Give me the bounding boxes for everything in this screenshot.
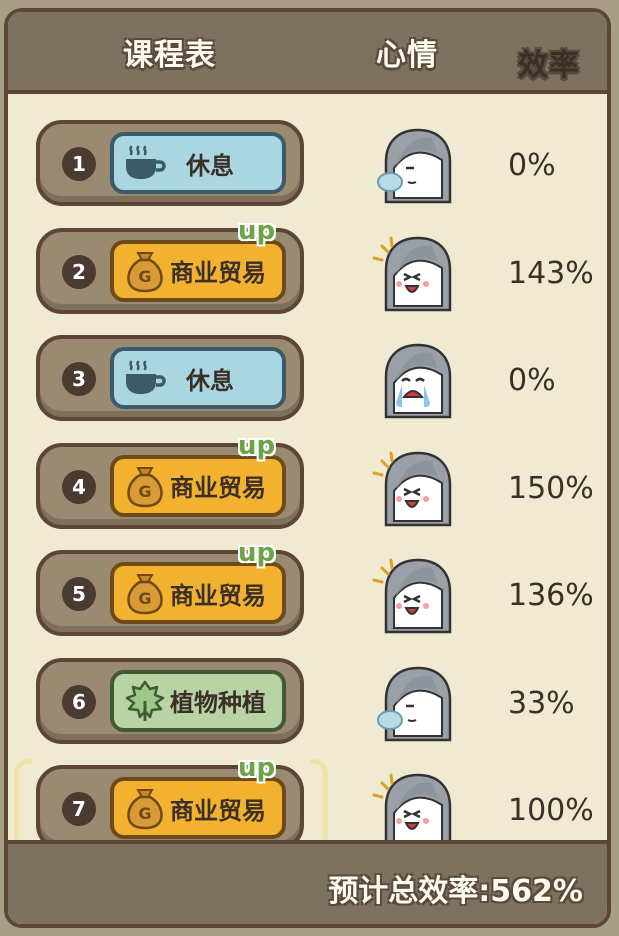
mood-happy-icon	[366, 445, 462, 533]
selection-bracket-left	[14, 759, 32, 853]
total-efficiency: 预计总效率:562%	[328, 874, 583, 909]
mood-header: 心情	[376, 38, 438, 73]
up-badge: up	[238, 538, 276, 568]
schedule-row: 6 植物种植 33%	[8, 657, 607, 754]
schedule-row: 5 G 商业贸易 up 136%	[8, 538, 607, 646]
leaf-icon	[122, 678, 168, 724]
slot-number: 1	[62, 147, 96, 181]
up-badge: up	[238, 753, 276, 783]
schedule-slot[interactable]: 3 休息	[36, 335, 304, 421]
course-button[interactable]: 休息	[110, 347, 286, 409]
course-button[interactable]: G 商业贸易	[110, 777, 286, 839]
course-label: 商业贸易	[170, 259, 266, 287]
schedule-slot[interactable]: 2 G 商业贸易 up	[36, 216, 304, 314]
slot-number: 4	[62, 469, 96, 504]
schedule-row: 2 G 商业贸易 up 143%	[8, 216, 607, 324]
panel-footer: 预计总效率:562%	[8, 840, 607, 924]
course-label: 商业贸易	[170, 581, 266, 610]
selection-bracket-right	[310, 759, 328, 853]
efficiency-value: 33%	[508, 685, 575, 721]
svg-text:G: G	[138, 267, 151, 286]
schedule-row: 3 休息 0%	[8, 335, 607, 431]
course-label: 植物种植	[170, 689, 266, 717]
efficiency-value: 0%	[508, 363, 556, 398]
efficiency-header: 效率	[518, 48, 580, 83]
money-bag-icon: G	[122, 785, 168, 831]
schedule-slot[interactable]: 7 G 商业贸易 up	[36, 753, 304, 851]
course-button[interactable]: 休息	[110, 132, 286, 194]
up-badge: up	[238, 215, 276, 246]
mood-crying-icon	[366, 337, 462, 425]
schedule-slot[interactable]: 5 G 商业贸易 up	[36, 538, 304, 636]
schedule-row: 1 休息 0%	[8, 120, 607, 216]
slot-number: 5	[62, 577, 96, 611]
svg-text:G: G	[138, 589, 151, 608]
money-bag-icon: G	[122, 570, 168, 616]
panel-header: 课程表 心情 效率	[8, 12, 607, 94]
mood-sleepy-icon	[366, 122, 462, 210]
efficiency-value: 136%	[508, 578, 594, 613]
course-button[interactable]: G 商业贸易	[110, 239, 286, 302]
money-bag-icon: G	[122, 463, 168, 509]
slot-number: 3	[62, 362, 96, 396]
coffee-cup-icon	[122, 140, 168, 186]
schedule-header: 课程表	[123, 38, 216, 73]
schedule-slot[interactable]: 6 植物种植	[36, 657, 304, 744]
money-bag-icon: G	[122, 248, 168, 294]
course-label: 休息	[186, 151, 234, 180]
schedule-slot[interactable]: 4 G 商业贸易 up	[36, 431, 304, 529]
course-button[interactable]: G 商业贸易	[110, 562, 286, 624]
schedule-panel: 课程表 心情 效率 1 休息 0% 2 G 商业贸易 up 143% 3 休息 0% 4 G 商业贸易 up…	[4, 8, 611, 928]
efficiency-value: 0%	[508, 148, 556, 183]
schedule-slot[interactable]: 1 休息	[36, 120, 304, 206]
course-label: 商业贸易	[170, 474, 266, 502]
mood-sleepy-icon	[366, 660, 462, 748]
efficiency-value: 150%	[508, 470, 594, 506]
mood-happy-icon	[366, 552, 462, 640]
course-button[interactable]: 植物种植	[110, 669, 286, 732]
mood-happy-icon	[366, 230, 462, 318]
course-button[interactable]: G 商业贸易	[110, 454, 286, 517]
svg-text:G: G	[138, 804, 151, 823]
up-badge: up	[238, 430, 276, 461]
svg-text:G: G	[138, 482, 151, 501]
slot-number: 7	[62, 792, 96, 826]
coffee-cup-icon	[122, 355, 168, 401]
schedule-row: 4 G 商业贸易 up 150%	[8, 431, 607, 539]
efficiency-value: 100%	[508, 793, 594, 828]
efficiency-value: 143%	[508, 255, 594, 291]
slot-number: 6	[62, 684, 96, 719]
course-label: 商业贸易	[170, 796, 266, 825]
slot-number: 2	[62, 254, 96, 289]
course-label: 休息	[186, 366, 234, 395]
